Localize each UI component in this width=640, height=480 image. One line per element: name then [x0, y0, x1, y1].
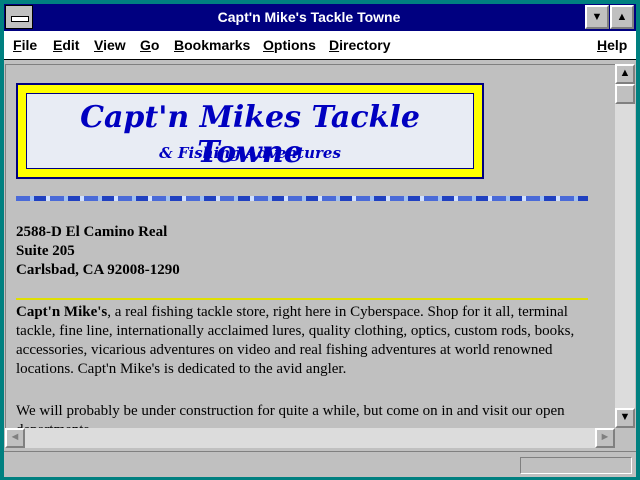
menu-bookmarks[interactable]: Bookmarks — [174, 37, 250, 53]
scroll-down-button[interactable]: ▼ — [615, 408, 635, 428]
address-line-3: Carlsbad, CA 92008-1290 — [16, 262, 180, 278]
minimize-button[interactable]: ▼ — [585, 5, 609, 29]
status-progress-field — [520, 457, 632, 474]
menu-edit[interactable]: Edit — [53, 37, 79, 53]
system-menu-button[interactable] — [5, 5, 33, 29]
horizontal-rule — [16, 298, 588, 300]
arrow-left-icon: ◄ — [9, 431, 21, 443]
menu-bar: File Edit View Go Bookmarks Options Dire… — [4, 31, 636, 60]
arrow-up-icon: ▲ — [619, 67, 631, 79]
arrow-down-icon: ▼ — [619, 411, 631, 423]
scrollbar-corner — [615, 428, 635, 448]
window-frame: Capt'n Mike's Tackle Towne ▼ ▲ File Edit… — [0, 0, 640, 480]
minimize-icon: ▼ — [591, 11, 603, 23]
intro-store-name: Capt'n Mike's — [16, 304, 108, 320]
page-content: Capt'n Mikes Tackle Towne & Fishing Adve… — [5, 64, 616, 429]
store-address: 2588-D El Camino Real Suite 205 Carlsbad… — [16, 223, 180, 280]
title-bar[interactable]: Capt'n Mike's Tackle Towne ▼ ▲ — [4, 4, 636, 31]
menu-options[interactable]: Options — [263, 37, 316, 53]
window-title: Capt'n Mike's Tackle Towne — [217, 9, 401, 25]
scroll-left-button[interactable]: ◄ — [5, 428, 25, 448]
logo-subtitle: & Fishing Adventures — [159, 144, 341, 162]
address-line-1: 2588-D El Camino Real — [16, 224, 168, 240]
intro-paragraph: Capt'n Mike's, a real fishing tackle sto… — [16, 303, 596, 379]
maximize-icon: ▲ — [616, 11, 628, 23]
address-line-2: Suite 205 — [16, 243, 75, 259]
status-bar — [4, 451, 636, 477]
construction-paragraph: We will probably be under construction f… — [16, 403, 565, 429]
arrow-right-icon: ► — [599, 431, 611, 443]
wave-divider — [16, 196, 588, 201]
menu-view[interactable]: View — [94, 37, 126, 53]
menu-file[interactable]: File — [13, 37, 37, 53]
store-logo-banner: Capt'n Mikes Tackle Towne & Fishing Adve… — [16, 83, 484, 179]
horizontal-scrollbar[interactable]: ◄ ► — [5, 428, 615, 448]
menu-help[interactable]: Help — [597, 37, 627, 53]
scroll-thumb[interactable] — [615, 84, 635, 104]
scroll-right-button[interactable]: ► — [595, 428, 615, 448]
menu-go[interactable]: Go — [140, 37, 159, 53]
scroll-up-button[interactable]: ▲ — [615, 64, 635, 84]
logo-panel: Capt'n Mikes Tackle Towne & Fishing Adve… — [26, 93, 474, 170]
browser-window: Capt'n Mike's Tackle Towne ▼ ▲ File Edit… — [4, 4, 636, 477]
vertical-scrollbar[interactable]: ▲ ▼ — [615, 64, 635, 428]
maximize-button[interactable]: ▲ — [610, 5, 634, 29]
system-menu-icon — [11, 16, 29, 22]
menu-directory[interactable]: Directory — [329, 37, 390, 53]
